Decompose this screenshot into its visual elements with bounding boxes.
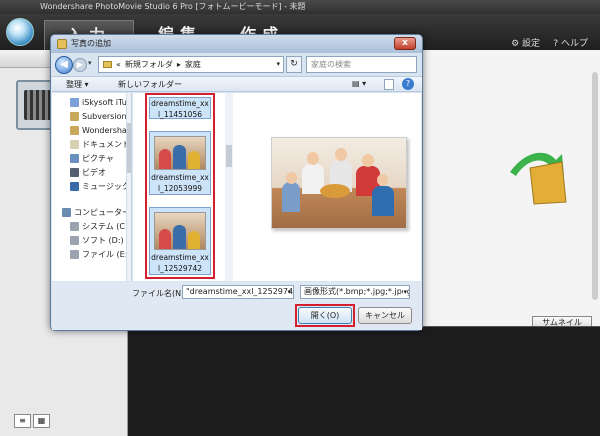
image-thumbnail <box>154 136 206 170</box>
nav-item-drive-e[interactable]: ファイル (E:) <box>70 249 131 261</box>
nav-item-subversion[interactable]: Subversion <box>70 111 127 123</box>
nav-scrollbar[interactable] <box>126 93 131 281</box>
file-name-line1: dreamstime_xx <box>151 173 209 182</box>
file-scrollbar[interactable] <box>225 93 233 281</box>
help-icon[interactable]: ? <box>402 78 414 90</box>
preview-pane <box>237 93 421 281</box>
file-list-highlight: dreamstime_xx l_11451056 dreamstime_xx l… <box>145 93 215 279</box>
organize-button[interactable]: 整理 ▾ <box>66 79 89 90</box>
filename-input[interactable]: "dreamstime_xxl_12529742 ▾ <box>182 285 294 299</box>
filename-dropdown-icon[interactable]: ▾ <box>287 286 291 298</box>
change-view-icon[interactable]: ▤ ▾ <box>352 79 374 90</box>
nav-item-wondershare[interactable]: Wondershare <box>70 125 131 137</box>
nav-item-documents[interactable]: ドキュメント <box>70 139 130 151</box>
nav-item-computer[interactable]: コンピューター <box>62 207 130 219</box>
nav-scroll-thumb[interactable] <box>127 123 131 173</box>
nav-item-pictures[interactable]: ピクチャ <box>70 153 114 165</box>
nav-item-pictures-icon <box>70 154 79 163</box>
file-item-2[interactable]: dreamstime_xx l_12053999 <box>149 131 211 195</box>
preview-area <box>128 326 600 436</box>
address-dropdown-icon[interactable]: ▾ <box>276 57 280 72</box>
dialog-footer: ファイル名(N): "dreamstime_xxl_12529742 ▾ 画像形… <box>52 282 422 330</box>
nav-item-drive-c[interactable]: システム (C:) <box>70 221 131 233</box>
family-photo-preview <box>271 137 407 229</box>
breadcrumb-new-folder[interactable]: 新規フォルダ <box>125 57 173 72</box>
filename-value: "dreamstime_xxl_12529742 <box>186 287 294 296</box>
grid-view-icon[interactable]: ▦ <box>33 414 50 428</box>
workspace-scrollbar[interactable] <box>592 72 598 300</box>
nav-item-computer-icon <box>62 208 71 217</box>
nav-item-iskysoft[interactable]: iSkysoft iTub <box>70 97 131 109</box>
nav-item-subversion-icon <box>70 112 79 121</box>
dialog-folder-icon <box>57 39 67 49</box>
close-button[interactable]: x <box>394 37 416 50</box>
file-name-line2: l_12053999 <box>157 184 202 193</box>
app-titlebar: Wondershare PhotoMovie Studio 6 Pro [フォト… <box>0 0 600 14</box>
help-link[interactable]: ? ヘルプ <box>553 36 588 49</box>
file-name-line1: dreamstime_xx <box>151 253 209 262</box>
nav-item-drive-e-icon <box>70 250 79 259</box>
file-name-line2: l_11451056 <box>157 110 202 119</box>
nav-item-documents-icon <box>70 140 79 149</box>
history-dropdown-icon[interactable]: ▾ <box>88 59 92 67</box>
file-item-1[interactable]: dreamstime_xx l_11451056 <box>149 97 211 119</box>
search-input[interactable]: 家庭の検索 <box>306 56 417 73</box>
forward-arrow-icon[interactable]: ▶ <box>73 58 87 72</box>
list-view-icon[interactable]: ≡ <box>14 414 31 428</box>
address-prefix: « <box>116 60 121 69</box>
preview-pane-icon[interactable] <box>384 79 394 90</box>
folder-icon <box>103 61 112 68</box>
filetype-dropdown-icon[interactable]: ▾ <box>403 286 407 298</box>
navigation-pane: iSkysoft iTub Subversion Wondershare ドキュ… <box>52 93 132 281</box>
file-item-3[interactable]: dreamstime_xx l_12529742 <box>149 207 211 275</box>
address-row: ◀ ▶ ▾ « 新規フォルダ ▸ 家庭 ▾ ↻ 家庭の検索 <box>55 55 419 75</box>
nav-item-wondershare-icon <box>70 126 79 135</box>
filetype-select[interactable]: 画像形式(*.bmp;*.jpg;*.jpeg ▾ <box>300 285 410 299</box>
breadcrumb-separator-icon: ▸ <box>176 60 181 69</box>
image-thumbnail <box>154 212 206 250</box>
file-pane: dreamstime_xx l_11451056 dreamstime_xx l… <box>133 93 421 281</box>
nav-item-videos[interactable]: ビデオ <box>70 167 106 179</box>
nav-item-iskysoft-icon <box>70 98 79 107</box>
address-bar[interactable]: « 新規フォルダ ▸ 家庭 ▾ <box>98 56 284 73</box>
nav-item-drive-c-icon <box>70 222 79 231</box>
folder-arrow-icon <box>510 152 567 205</box>
nav-item-drive-d-icon <box>70 236 79 245</box>
filetype-value: 画像形式(*.bmp;*.jpg;*.jpeg <box>304 287 410 296</box>
dialog-titlebar: 写真の追加 x <box>51 35 422 53</box>
nav-item-music[interactable]: ミュージック <box>70 181 130 193</box>
app-logo-icon[interactable] <box>6 18 34 46</box>
nav-item-drive-d[interactable]: ソフト (D:) <box>70 235 124 247</box>
nav-item-videos-icon <box>70 168 79 177</box>
view-toggle: ≡ ▦ <box>14 414 50 428</box>
settings-link[interactable]: ⚙ 設定 <box>511 36 540 49</box>
filename-label: ファイル名(N): <box>132 289 187 298</box>
refresh-button[interactable]: ↻ <box>286 56 302 73</box>
breadcrumb-family[interactable]: 家庭 <box>185 57 201 72</box>
file-scroll-thumb[interactable] <box>226 145 232 167</box>
nav-item-music-icon <box>70 182 79 191</box>
dialog-toolbar: 整理 ▾ 新しいフォルダー ▤ ▾ ? <box>52 76 422 92</box>
dialog-title: 写真の追加 <box>71 39 111 48</box>
add-photos-dialog: 写真の追加 x ◀ ▶ ▾ « 新規フォルダ ▸ 家庭 ▾ ↻ 家庭の検索 整理… <box>50 34 423 331</box>
file-name-line2: l_12529742 <box>157 264 202 273</box>
file-name-line1: dreamstime_xx <box>151 99 209 108</box>
back-arrow-icon[interactable]: ◀ <box>55 56 73 74</box>
open-button[interactable]: 開く(O) <box>298 307 352 324</box>
new-folder-button[interactable]: 新しいフォルダー <box>118 79 182 90</box>
cancel-button[interactable]: キャンセル <box>358 307 412 324</box>
